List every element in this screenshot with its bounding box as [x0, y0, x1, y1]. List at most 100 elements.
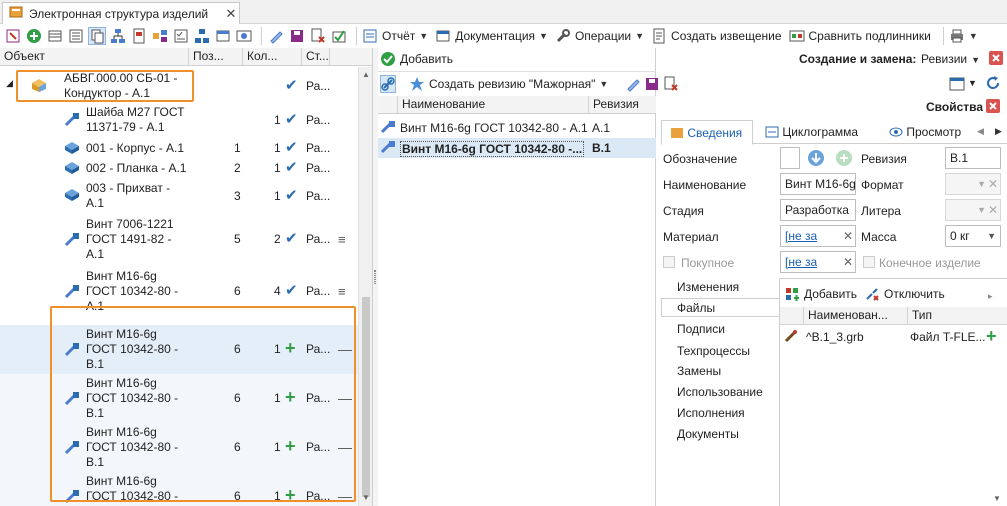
side-tab-documents[interactable]: Документы — [677, 427, 739, 441]
layout-icon[interactable] — [949, 76, 965, 95]
revision-row[interactable]: Винт М16-6g ГОСТ 10342-80 - А.1 А.1 — [378, 118, 656, 138]
compare-originals-button[interactable]: Сравнить подлинники — [789, 28, 931, 44]
table-icon[interactable] — [46, 27, 64, 45]
tab-scroll-right-icon[interactable]: ▶ — [995, 126, 1002, 137]
files-scroll-down-icon[interactable]: ▼ — [993, 494, 1001, 503]
final-product-checkbox[interactable] — [863, 256, 875, 268]
column-file-type[interactable]: Тип — [908, 307, 1007, 324]
format-select[interactable]: ▼ ✕ — [945, 173, 1001, 195]
tree-row[interactable]: Винт 7006-1221 ГОСТ 1491-82 - А.1 5 2 ✔ Ра... ≡ — [0, 215, 358, 265]
eye-icon[interactable] — [235, 27, 253, 45]
close-icon[interactable]: ✕ — [223, 6, 239, 22]
designation-field[interactable] — [780, 147, 800, 169]
revision-name: Винт М16-6g ГОСТ 10342-80 - А.1 — [400, 121, 588, 135]
add-circle-icon[interactable] — [25, 27, 43, 45]
side-tab-files[interactable]: Файлы — [677, 301, 715, 315]
column-name[interactable]: Наименование — [398, 96, 589, 113]
document-icon[interactable] — [130, 27, 148, 45]
tree-row[interactable]: Шайба М27 ГОСТ 11371-79 - А.1 1 ✔ Ра... — [0, 103, 358, 137]
column-object[interactable]: Объект — [0, 48, 189, 65]
stage-field[interactable]: Разработка — [780, 199, 856, 221]
litera-select[interactable]: ▼ ✕ — [945, 199, 1001, 221]
scroll-thumb[interactable] — [362, 297, 370, 497]
name-field[interactable]: Винт М16-6g — [780, 173, 856, 195]
close-panel-icon[interactable] — [988, 50, 1004, 69]
revision-field[interactable]: В.1 — [945, 147, 1001, 169]
column-file-name[interactable]: Наименован... — [804, 307, 908, 324]
side-tab-usage[interactable]: Использование — [677, 385, 763, 399]
plus-icon[interactable]: + — [986, 327, 997, 345]
side-tab-versions[interactable]: Исполнения — [677, 406, 745, 420]
purchased-checkbox[interactable] — [663, 256, 675, 268]
files-detach-button[interactable]: Отключить — [864, 286, 945, 302]
documentation-button[interactable]: Документация ▼ — [435, 28, 548, 44]
tree-row[interactable]: ◢ АБВГ.000.00 СБ-01 - Кондуктор - А.1 ✔ Ра..… — [0, 69, 358, 101]
files-add-button[interactable]: Добавить — [784, 286, 857, 302]
checklist-icon[interactable] — [172, 27, 190, 45]
hierarchy-icon[interactable] — [109, 27, 127, 45]
clear-icon[interactable]: ✕ — [988, 200, 998, 220]
chevron-down-icon[interactable]: ▼ — [968, 78, 977, 88]
tree-row[interactable]: Винт М16-6gГОСТ 10342-80 -В.161+Ра...— — [0, 374, 358, 424]
tree-row[interactable]: Винт М16-6g ГОСТ 10342-80 - А.1 6 4 ✔ Ра... ≡ — [0, 267, 358, 317]
file-row[interactable]: ^B.1_3.grb Файл T-FLE... + — [780, 327, 1007, 347]
tree-row[interactable]: Винт М16-6gГОСТ 10342-80 -В.161+Ра...— — [0, 472, 358, 506]
pencil-icon[interactable] — [267, 27, 285, 45]
copy-icon[interactable] — [88, 27, 106, 45]
clear-icon[interactable]: ✕ — [988, 174, 998, 194]
revision-row-selected[interactable]: Винт М16-6g ГОСТ 10342-80 -... В.1 — [378, 138, 656, 158]
print-button[interactable]: ▼ — [949, 28, 978, 44]
column-position[interactable]: Поз... — [189, 48, 243, 65]
purchased-field[interactable]: [не за ✕ — [780, 251, 856, 273]
tab-cyclogram[interactable]: Циклограмма — [765, 125, 858, 139]
column-quantity[interactable]: Кол... — [243, 48, 302, 65]
tree-row[interactable]: Винт М16-6gГОСТ 10342-80 -В.161+Ра...— — [0, 423, 358, 473]
tab-info[interactable]: Сведения — [661, 120, 753, 145]
column-revision[interactable]: Ревизия — [589, 96, 656, 113]
report-button[interactable]: Отчёт ▼ — [362, 28, 428, 44]
list-icon[interactable] — [67, 27, 85, 45]
column-status[interactable]: Ст... — [302, 48, 330, 65]
structure-edit-icon[interactable] — [151, 27, 169, 45]
download-icon[interactable] — [807, 149, 825, 170]
hierarchy-blue-icon[interactable] — [193, 27, 211, 45]
link-icon[interactable] — [380, 74, 396, 93]
tree-row[interactable]: 002 - Планка - А.1 2 1 ✔ Ра... — [0, 159, 358, 179]
close-properties-icon[interactable] — [985, 98, 1001, 117]
scroll-down-icon[interactable]: ▼ — [362, 493, 370, 502]
pencil-icon[interactable] — [625, 75, 641, 93]
approve-icon[interactable] — [330, 27, 348, 45]
tree-scrollbar[interactable]: ▲ ▼ — [358, 67, 372, 506]
operations-button[interactable]: Операции ▼ — [555, 28, 644, 44]
side-tab-processes[interactable]: Техпроцессы — [677, 344, 750, 358]
tree-row[interactable]: 001 - Корпус - А.1 1 1 ✔ Ра... — [0, 139, 358, 159]
mass-field[interactable]: 0 кг ▼ — [945, 225, 1001, 247]
create-major-revision-button[interactable]: Создать ревизию "Мажорная" ▼ — [409, 76, 608, 92]
scroll-up-icon[interactable]: ▲ — [362, 70, 370, 79]
side-tab-signatures[interactable]: Подписи — [677, 322, 725, 336]
clear-icon[interactable]: ✕ — [843, 252, 853, 272]
purchased-link[interactable]: [не за — [785, 255, 817, 269]
material-link[interactable]: [не за — [785, 229, 817, 243]
clear-icon[interactable]: ✕ — [843, 226, 853, 246]
tab-preview[interactable]: Просмотр — [889, 125, 961, 139]
tab-product-structure[interactable]: Электронная структура изделий ✕ — [2, 2, 240, 24]
add-circle-icon[interactable] — [835, 149, 853, 170]
cancel-doc-icon[interactable] — [309, 27, 327, 45]
refresh-icon[interactable] — [985, 75, 1001, 94]
mode-select[interactable]: Ревизии ▼ — [921, 52, 980, 66]
window-icon[interactable] — [214, 27, 232, 45]
add-button[interactable]: Добавить — [380, 51, 453, 67]
material-field[interactable]: [не за ✕ — [780, 225, 856, 247]
documentation-label: Документация — [455, 29, 536, 43]
save-icon[interactable] — [288, 27, 306, 45]
tab-scroll-left-icon[interactable]: ◀ — [977, 126, 984, 137]
tree-row[interactable]: 003 - Прихват - А.1 3 1 ✔ Ра... — [0, 179, 358, 213]
create-notice-button[interactable]: Создать извещение — [651, 28, 782, 44]
side-tab-changes[interactable]: Изменения — [677, 280, 739, 294]
collapse-icon[interactable]: ◢ — [6, 76, 13, 91]
tree-row[interactable]: Винт М16-6gГОСТ 10342-80 -В.161+Ра...— — [0, 325, 358, 375]
side-tab-replacements[interactable]: Замены — [677, 364, 721, 378]
select-icon[interactable] — [4, 27, 22, 45]
more-icon[interactable]: ▸ — [988, 291, 993, 302]
